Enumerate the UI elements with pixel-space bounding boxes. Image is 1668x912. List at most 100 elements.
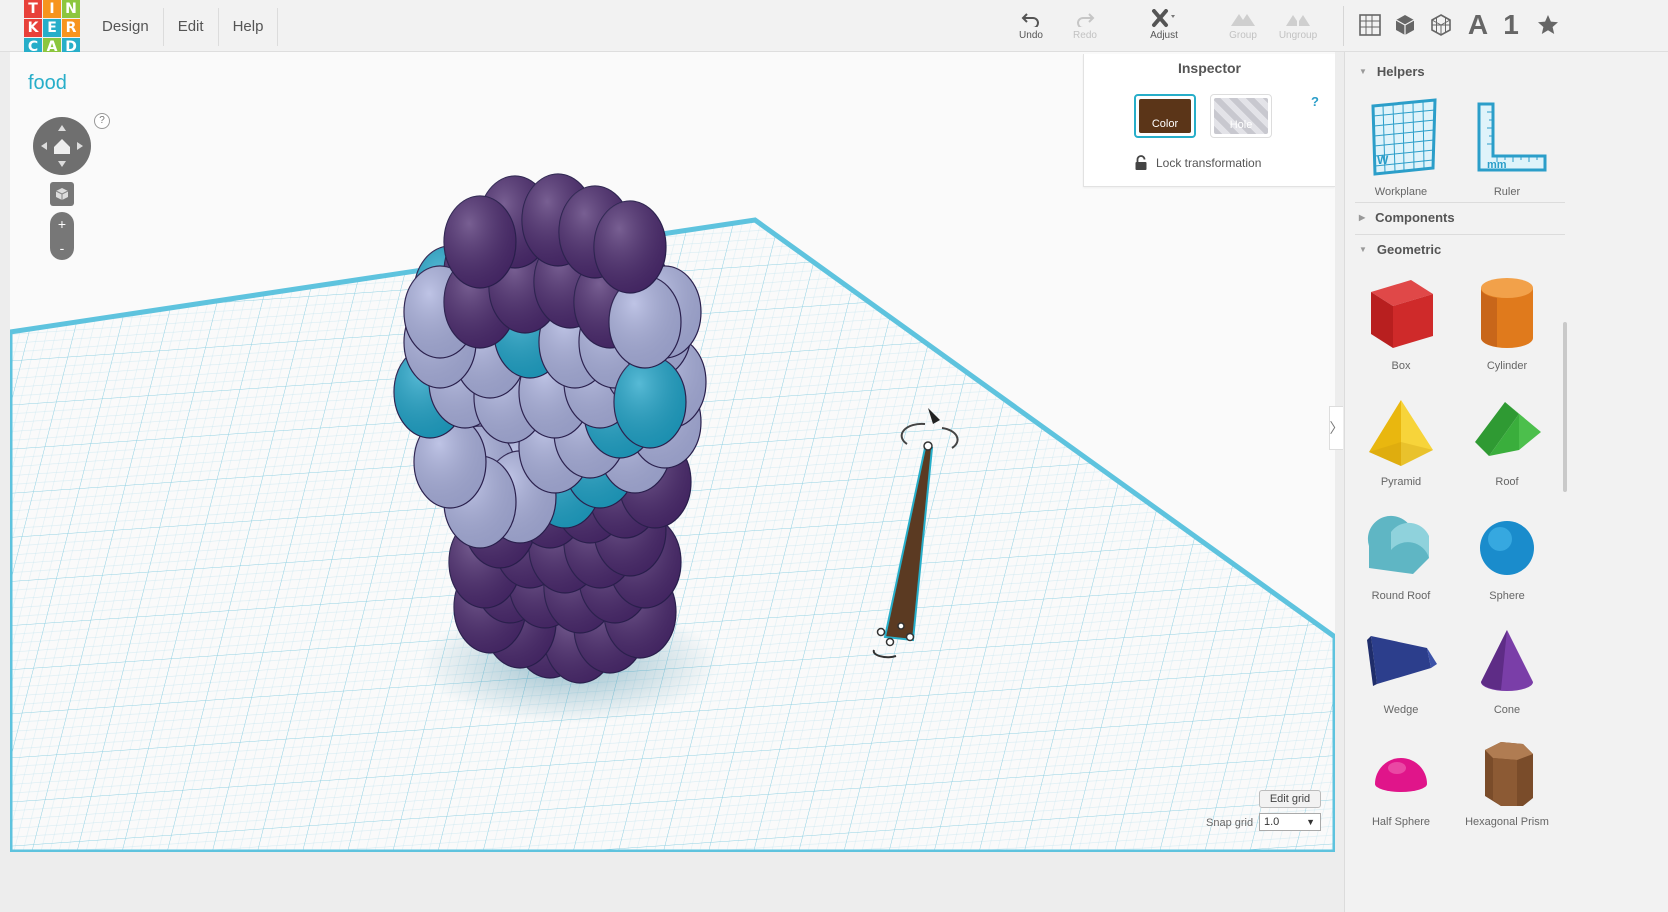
helper-label: Workplane xyxy=(1374,186,1428,198)
geometric-title: Geometric xyxy=(1376,242,1442,257)
shape-label: Wedge xyxy=(1383,704,1419,716)
number-shapes-button[interactable]: 1 xyxy=(1500,8,1522,42)
redo-label: Redo xyxy=(1073,30,1097,41)
grid-view-button[interactable] xyxy=(1356,8,1384,42)
snap-grid-value: 1.0 xyxy=(1264,816,1280,828)
expanded-triangle-icon: ▼ xyxy=(1359,67,1367,76)
resize-handle[interactable] xyxy=(876,627,886,637)
geometric-section-header[interactable]: ▼ Geometric xyxy=(1359,242,1441,257)
text-shapes-button[interactable]: A xyxy=(1465,8,1491,42)
hexagonal-prism-icon xyxy=(1485,742,1533,806)
helper-workplane[interactable]: W Workplane xyxy=(1351,98,1451,198)
snap-grid-select[interactable]: 1.0 ▼ xyxy=(1259,813,1321,831)
lock-icon xyxy=(1135,155,1147,170)
zoom-control: + - xyxy=(50,212,74,260)
color-label: Color xyxy=(1139,99,1191,133)
logo-letter: R xyxy=(62,19,80,37)
section-divider xyxy=(1355,202,1565,203)
chevron-right-icon: 〉 xyxy=(1329,420,1344,436)
shape-label: Round Roof xyxy=(1371,590,1431,602)
ungroup-button[interactable]: Ungroup xyxy=(1268,8,1328,48)
lock-transformation-toggle[interactable]: Lock transformation xyxy=(1134,155,1261,171)
edit-grid-button[interactable]: Edit grid xyxy=(1259,790,1321,808)
helper-ruler[interactable]: mm Ruler xyxy=(1457,98,1557,198)
collapse-panel-button[interactable]: 〉 xyxy=(1329,406,1344,450)
helper-label: Ruler xyxy=(1493,186,1521,198)
cone-icon xyxy=(1481,630,1533,691)
lattice-cube-icon xyxy=(1431,14,1451,36)
panel-scrollbar[interactable] xyxy=(1563,322,1567,492)
shape-label: Box xyxy=(1391,360,1411,372)
egg-shading xyxy=(444,196,516,288)
wedge-icon xyxy=(1367,636,1437,686)
main-menu: Design Edit Help xyxy=(88,8,279,46)
favorites-button[interactable] xyxy=(1535,8,1561,42)
shape-label: Hexagonal Prism xyxy=(1465,816,1549,828)
shapes-view-button[interactable] xyxy=(1391,8,1419,42)
logo-letter: I xyxy=(43,0,61,18)
helpers-section-header[interactable]: ▼ Helpers xyxy=(1359,64,1425,79)
top-toolbar: TINKERCAD Design Edit Help Undo Redo Adj… xyxy=(0,0,1668,56)
star-icon xyxy=(1538,15,1558,34)
sphere-icon xyxy=(1480,521,1534,575)
undo-label: Undo xyxy=(1019,30,1043,41)
toolbar-divider xyxy=(1343,6,1344,46)
section-divider xyxy=(1355,234,1565,235)
box-icon xyxy=(1371,280,1433,348)
height-handle[interactable] xyxy=(923,441,933,451)
group-button[interactable]: Group xyxy=(1213,8,1273,48)
shape-sphere[interactable]: Sphere xyxy=(1457,510,1557,602)
helpers-title: Helpers xyxy=(1376,64,1425,79)
zoom-out-button[interactable]: - xyxy=(50,236,74,260)
color-swatch-button[interactable]: Color xyxy=(1134,94,1196,138)
zoom-in-button[interactable]: + xyxy=(50,212,74,236)
logo-letter: T xyxy=(24,0,42,18)
components-section-header[interactable]: ▶ Components xyxy=(1359,210,1455,225)
lock-label: Lock transformation xyxy=(1156,156,1262,170)
pyramid-icon xyxy=(1369,400,1433,466)
resize-handle[interactable] xyxy=(905,632,915,642)
snap-grid-label: Snap grid xyxy=(1206,817,1254,829)
home-view-icon xyxy=(41,125,83,167)
menu-design[interactable]: Design xyxy=(88,8,164,46)
collapsed-triangle-icon: ▶ xyxy=(1359,213,1366,222)
shape-round-roof[interactable]: Round Roof xyxy=(1351,510,1451,602)
logo-letter: E xyxy=(43,19,61,37)
view-navigation-ring[interactable] xyxy=(33,117,91,175)
shape-cone[interactable]: Cone xyxy=(1457,624,1557,716)
redo-button[interactable]: Redo xyxy=(1055,8,1115,48)
ortho-view-button[interactable] xyxy=(50,182,74,206)
view-help-button[interactable]: ? xyxy=(94,113,110,129)
shape-hexagonal-prism[interactable]: Hexagonal Prism xyxy=(1457,736,1557,828)
menu-help[interactable]: Help xyxy=(219,8,279,46)
shape-label: Sphere xyxy=(1489,590,1525,602)
expanded-triangle-icon: ▼ xyxy=(1359,245,1367,254)
redo-icon xyxy=(1075,8,1095,30)
shape-pyramid[interactable]: Pyramid xyxy=(1351,396,1451,488)
project-title[interactable]: food xyxy=(28,72,67,95)
undo-button[interactable]: Undo xyxy=(1001,8,1061,48)
cube-icon xyxy=(1395,15,1415,35)
shape-half-sphere[interactable]: Half Sphere xyxy=(1351,736,1451,828)
shape-cylinder[interactable]: Cylinder xyxy=(1457,272,1557,372)
shape-wedge[interactable]: Wedge xyxy=(1351,624,1451,716)
patterns-view-button[interactable] xyxy=(1427,8,1455,42)
inspector-panel: Inspector ? Color Hole Lock transformati… xyxy=(1083,54,1335,187)
menu-edit[interactable]: Edit xyxy=(164,8,219,46)
resize-handle[interactable] xyxy=(897,622,905,630)
design-canvas[interactable]: food ? + - Inspector ? Color Hole Lock t… xyxy=(10,52,1335,852)
logo-letter: K xyxy=(24,19,42,37)
tinkercad-logo[interactable]: TINKERCAD xyxy=(24,0,80,56)
adjust-icon xyxy=(1150,8,1178,30)
inspector-help-button[interactable]: ? xyxy=(1311,94,1319,109)
egg-shading xyxy=(594,201,666,293)
shape-box[interactable]: Box xyxy=(1351,272,1451,372)
group-label: Group xyxy=(1229,30,1257,41)
resize-handle[interactable] xyxy=(885,637,895,647)
shape-label: Roof xyxy=(1495,476,1519,488)
hole-button[interactable]: Hole xyxy=(1210,94,1272,138)
shape-roof[interactable]: Roof xyxy=(1457,396,1557,488)
grid-icon xyxy=(1359,14,1381,36)
adjust-button[interactable]: Adjust xyxy=(1134,8,1194,48)
components-title: Components xyxy=(1375,210,1455,225)
